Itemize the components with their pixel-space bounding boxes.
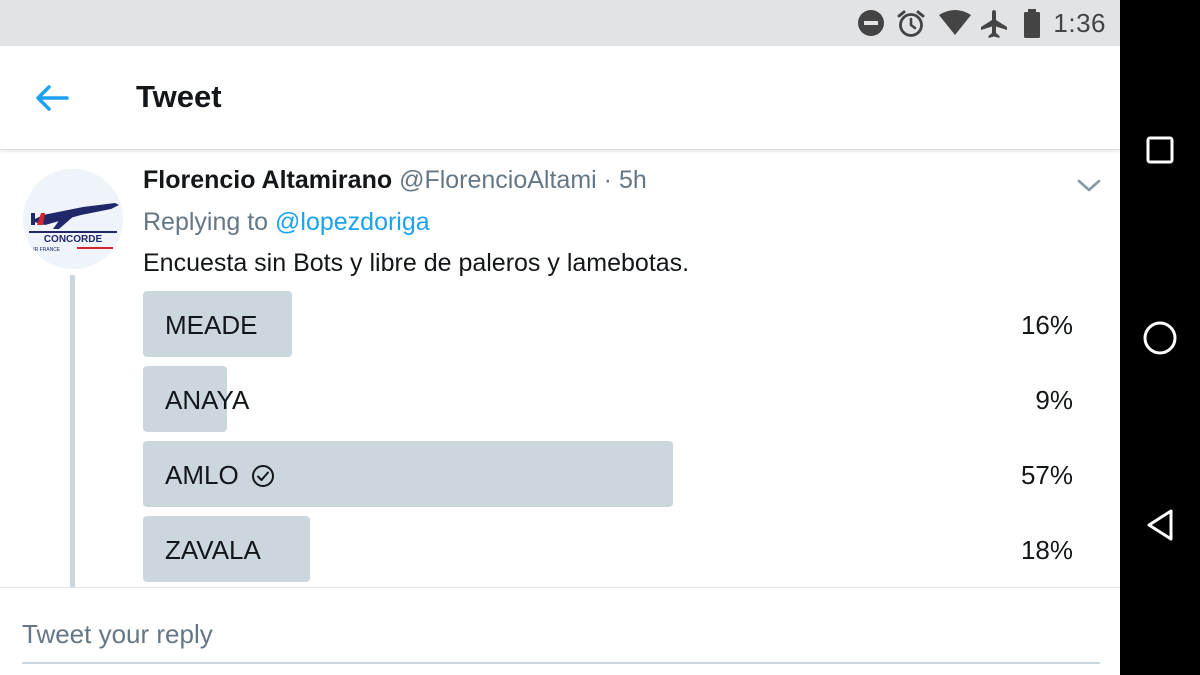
thread-line: [70, 275, 75, 587]
nav-back-button[interactable]: [1138, 503, 1182, 547]
poll-option-percent: 9%: [1035, 385, 1073, 415]
back-triangle-icon: [1147, 509, 1173, 541]
poll-option: ZAVALA 18%: [143, 516, 1073, 582]
author-handle[interactable]: @FlorencioAltami: [399, 166, 597, 194]
concorde-logo-icon: CONCORDE AIR FRANCE: [23, 169, 123, 269]
poll: MEADE 16% ANAYA 9% AMLO 57% ZAVALA 18%: [143, 291, 1073, 591]
status-time: 1:36: [1053, 8, 1106, 38]
reply-composer: [0, 587, 1120, 675]
tweet-text: Encuesta sin Bots y libre de paleros y l…: [143, 249, 690, 277]
avatar-logo-subtext: AIR FRANCE: [30, 247, 61, 253]
status-bar: 1:36: [0, 0, 1120, 46]
replying-prefix: Replying to: [143, 208, 269, 236]
back-arrow-icon: [36, 85, 69, 111]
home-circle-icon: [1143, 321, 1177, 355]
poll-option-label: ANAYA: [165, 385, 249, 416]
back-button[interactable]: [30, 76, 74, 120]
poll-option-label: MEADE: [165, 310, 257, 341]
chevron-down-icon: [1077, 179, 1101, 192]
check-circle-icon: [251, 464, 275, 488]
poll-option-text: ANAYA: [165, 385, 250, 415]
tweet-menu-button[interactable]: [1074, 173, 1104, 197]
poll-option-percent: 18%: [1020, 535, 1073, 565]
poll-option: AMLO 57%: [143, 441, 1073, 507]
do-not-disturb-icon: [857, 9, 885, 42]
poll-option-text: ZAVALA: [165, 535, 261, 565]
poll-option-text: AMLO: [165, 460, 239, 490]
avatar-logo-text: CONCORDE: [44, 234, 103, 245]
tweet[interactable]: CONCORDE AIR FRANCE Florencio Altamirano…: [0, 151, 1120, 587]
poll-option-text: MEADE: [165, 310, 258, 340]
poll-option-label: AMLO: [165, 460, 275, 491]
navigation-bar: [1120, 0, 1200, 675]
header-separator: ·: [603, 166, 612, 194]
avatar[interactable]: CONCORDE AIR FRANCE: [23, 169, 123, 269]
page-title: Tweet: [136, 79, 222, 114]
poll-option: ANAYA 9%: [143, 366, 1073, 432]
alarm-icon: [896, 9, 926, 44]
screen: 1:36 Tweet CONCORDE AIR FRANCE Florencio…: [0, 0, 1120, 675]
app-bar: Tweet: [0, 46, 1120, 150]
wifi-icon: [938, 9, 972, 42]
author-name[interactable]: Florencio Altamirano: [143, 166, 392, 194]
recents-square-icon: [1146, 136, 1174, 164]
home-button[interactable]: [1138, 316, 1182, 360]
poll-option-label: ZAVALA: [165, 535, 261, 566]
replying-to: Replying to @lopezdoriga: [143, 208, 430, 237]
airplane-mode-icon: [980, 9, 1008, 44]
replying-handle-link[interactable]: @lopezdoriga: [275, 208, 430, 236]
poll-option-percent: 57%: [1020, 460, 1073, 490]
reply-input[interactable]: [22, 606, 1100, 664]
poll-option-percent: 16%: [1020, 310, 1073, 340]
tweet-header: Florencio Altamirano @FlorencioAltami · …: [143, 166, 647, 195]
poll-option: MEADE 16%: [143, 291, 1073, 357]
tweet-time[interactable]: 5h: [619, 166, 647, 194]
battery-icon: [1023, 9, 1041, 44]
recents-button[interactable]: [1138, 128, 1182, 172]
